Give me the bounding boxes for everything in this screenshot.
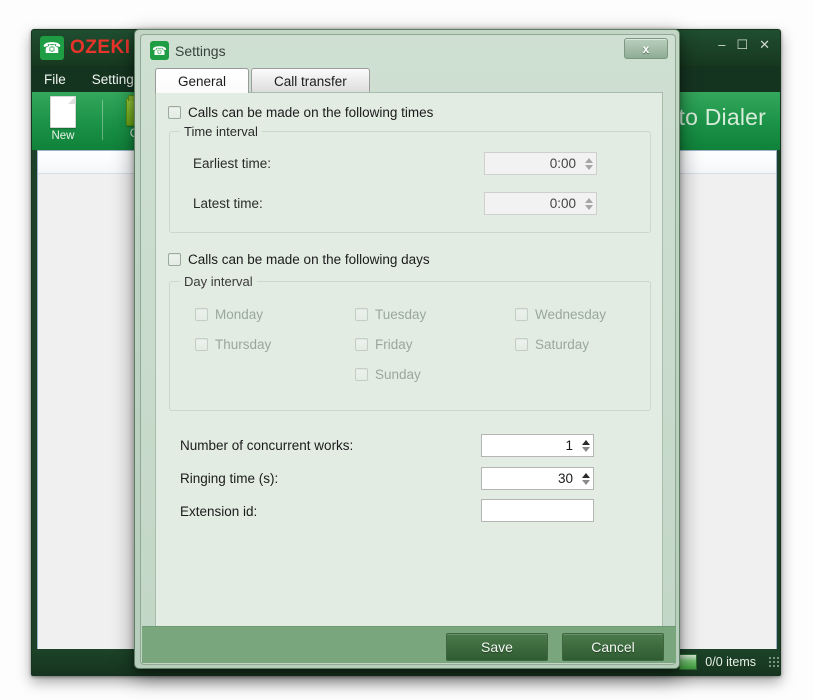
tab-call-transfer[interactable]: Call transfer: [251, 68, 370, 93]
chevron-up-icon[interactable]: [584, 157, 593, 163]
chevron-down-icon[interactable]: [581, 446, 590, 452]
label-concurrent-works: Number of concurrent works:: [180, 438, 354, 453]
label-extension-id: Extension id:: [180, 504, 258, 519]
settings-title-bar: ☎ Settings x: [141, 35, 675, 66]
close-icon[interactable]: ✕: [759, 38, 770, 51]
toolbar-button-new-label: New: [51, 130, 75, 142]
toolbar-divider: [102, 100, 103, 140]
progress-chip-icon: [679, 654, 698, 670]
checkbox-sunday[interactable]: Sunday: [355, 367, 421, 382]
checkbox-box-icon[interactable]: [168, 106, 181, 119]
checkbox-box-icon[interactable]: [355, 308, 368, 321]
brand-name: OZEKI: [70, 37, 131, 58]
checkbox-box-icon[interactable]: [355, 368, 368, 381]
checkbox-monday-label: Monday: [215, 307, 264, 322]
phone-handset-icon: ☎: [150, 41, 169, 60]
checkbox-box-icon[interactable]: [195, 338, 208, 351]
checkbox-sunday-label: Sunday: [375, 367, 421, 382]
group-day-interval: Day interval Monday Tuesday Wednesday Th…: [169, 274, 651, 411]
spinner-earliest-time[interactable]: 0:00: [484, 152, 597, 175]
status-items-count: 0/0 items: [705, 655, 756, 669]
resize-grip-icon[interactable]: [768, 656, 780, 668]
new-document-icon: [50, 96, 76, 128]
spinner-concurrent-works[interactable]: 1: [481, 434, 594, 457]
chevron-up-icon[interactable]: [584, 197, 593, 203]
checkbox-thursday[interactable]: Thursday: [195, 337, 271, 352]
checkbox-calls-following-times-label: Calls can be made on the following times: [188, 105, 434, 120]
spinner-ringing-time-value: 30: [557, 471, 573, 486]
checkbox-monday[interactable]: Monday: [195, 307, 263, 322]
save-button[interactable]: Save: [446, 633, 548, 661]
checkbox-calls-following-days[interactable]: Calls can be made on the following days: [168, 252, 430, 267]
checkbox-box-icon[interactable]: [195, 308, 208, 321]
screen: ☎ OZEKI – ☐ ✕ File Settings New Open: [0, 0, 813, 700]
spinner-arrows-icon[interactable]: [581, 153, 596, 174]
checkbox-box-icon[interactable]: [515, 308, 528, 321]
chevron-up-icon[interactable]: [581, 472, 590, 478]
maximize-icon[interactable]: ☐: [736, 38, 748, 51]
general-tab-panel: Calls can be made on the following times…: [155, 92, 663, 632]
group-time-interval: Time interval Earliest time: 0:00 Latest…: [169, 124, 651, 233]
spinner-arrows-icon[interactable]: [578, 468, 593, 489]
settings-dialog-body: ☎ Settings x General Call transfer Calls…: [140, 34, 676, 665]
checkbox-tuesday[interactable]: Tuesday: [355, 307, 426, 322]
label-latest-time: Latest time:: [193, 196, 263, 211]
chevron-down-icon[interactable]: [584, 204, 593, 210]
label-earliest-time: Earliest time:: [193, 156, 272, 171]
window-controls[interactable]: – ☐ ✕: [718, 38, 770, 51]
checkbox-calls-following-days-label: Calls can be made on the following days: [188, 252, 430, 267]
spinner-latest-time-value: 0:00: [549, 196, 576, 211]
settings-dialog-footer: Save Cancel: [142, 626, 676, 663]
checkbox-thursday-label: Thursday: [215, 337, 272, 352]
checkbox-tuesday-label: Tuesday: [375, 307, 427, 322]
checkbox-wednesday-label: Wednesday: [535, 307, 607, 322]
spinner-ringing-time[interactable]: 30: [481, 467, 594, 490]
spinner-latest-time[interactable]: 0:00: [484, 192, 597, 215]
phone-handset-icon: ☎: [40, 36, 64, 60]
checkbox-box-icon[interactable]: [355, 338, 368, 351]
spinner-arrows-icon[interactable]: [578, 435, 593, 456]
menu-item-file[interactable]: File: [44, 72, 66, 87]
checkbox-box-icon[interactable]: [168, 253, 181, 266]
toolbar-button-new[interactable]: New: [37, 96, 89, 142]
tab-strip: General Call transfer: [155, 68, 663, 93]
chevron-down-icon[interactable]: [581, 479, 590, 485]
close-button[interactable]: x: [624, 38, 668, 59]
group-time-interval-title: Time interval: [180, 124, 262, 139]
settings-dialog: ☎ Settings x General Call transfer Calls…: [134, 29, 680, 669]
tab-general[interactable]: General: [155, 68, 250, 93]
chevron-down-icon[interactable]: [584, 164, 593, 170]
app-logo: ☎ OZEKI: [40, 36, 131, 60]
extension-id-input[interactable]: [481, 499, 594, 522]
checkbox-saturday[interactable]: Saturday: [515, 337, 589, 352]
cancel-button[interactable]: Cancel: [562, 633, 664, 661]
checkbox-box-icon[interactable]: [515, 338, 528, 351]
spinner-earliest-time-value: 0:00: [549, 156, 576, 171]
checkbox-friday-label: Friday: [375, 337, 413, 352]
checkbox-friday[interactable]: Friday: [355, 337, 413, 352]
spinner-concurrent-works-value: 1: [565, 438, 573, 453]
checkbox-calls-following-times[interactable]: Calls can be made on the following times: [168, 105, 433, 120]
group-day-interval-title: Day interval: [180, 274, 257, 289]
checkbox-wednesday[interactable]: Wednesday: [515, 307, 606, 322]
minimize-icon[interactable]: –: [718, 38, 725, 51]
label-ringing-time: Ringing time (s):: [180, 471, 279, 486]
settings-dialog-title: Settings: [175, 43, 226, 59]
checkbox-saturday-label: Saturday: [535, 337, 590, 352]
chevron-up-icon[interactable]: [581, 439, 590, 445]
spinner-arrows-icon[interactable]: [581, 193, 596, 214]
